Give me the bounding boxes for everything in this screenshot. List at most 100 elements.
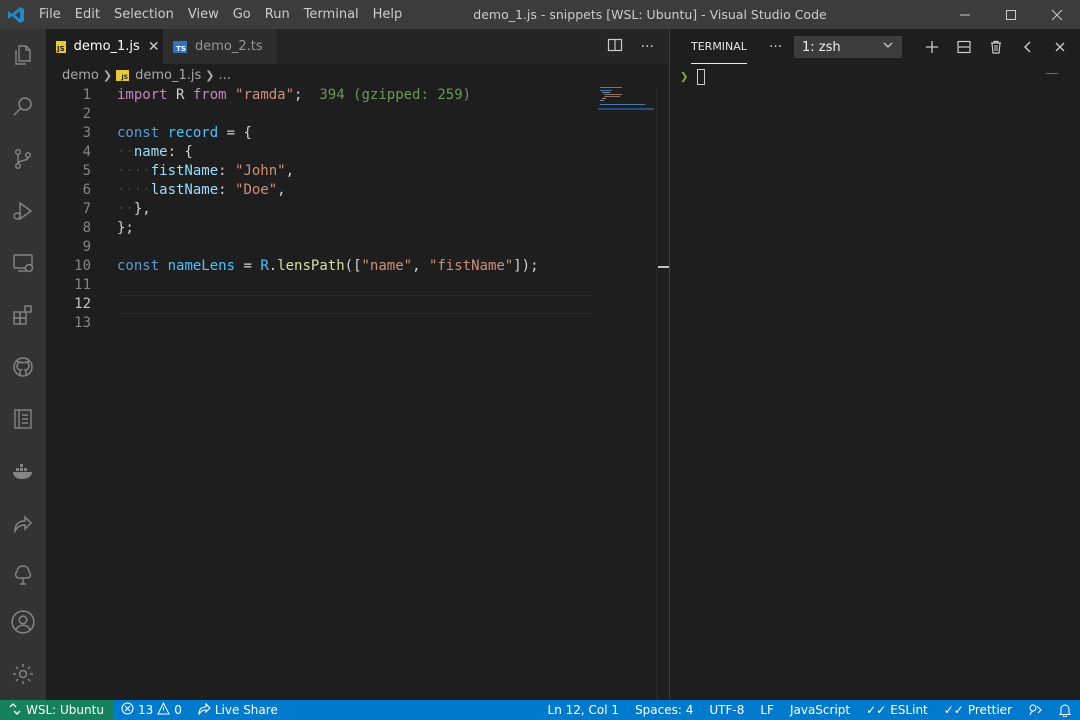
breadcrumb-folder[interactable]: demo xyxy=(62,68,99,83)
extensions-icon[interactable] xyxy=(0,289,46,341)
split-terminal-icon[interactable] xyxy=(948,29,980,64)
search-icon[interactable] xyxy=(0,81,46,133)
breadcrumb-more[interactable]: ... xyxy=(218,68,230,83)
tab-terminal[interactable]: TERMINAL xyxy=(691,29,747,64)
code-line[interactable]: 5 ····fistName: "John", xyxy=(46,162,668,181)
vscode-logo-icon xyxy=(0,0,32,29)
settings-gear-icon[interactable] xyxy=(0,648,46,700)
live-share-icon[interactable] xyxy=(0,497,46,549)
terminal-scrollbar[interactable] xyxy=(1046,73,1058,74)
explorer-icon[interactable] xyxy=(0,29,46,81)
token: "name" xyxy=(361,258,413,274)
problems-indicator[interactable]: 13 0 xyxy=(113,700,190,720)
new-terminal-icon[interactable] xyxy=(916,29,948,64)
close-tab-icon[interactable]: ✕ xyxy=(148,39,160,55)
menu-file[interactable]: File xyxy=(32,0,68,29)
cursor-position[interactable]: Ln 12, Col 1 xyxy=(540,700,628,720)
end-of-line[interactable]: LF xyxy=(752,700,782,720)
line-number: 1 xyxy=(82,87,91,103)
menu-go[interactable]: Go xyxy=(226,0,258,29)
code-line[interactable]: 13 xyxy=(46,314,668,333)
token: ([ xyxy=(344,258,362,274)
code-line[interactable]: 1 import R from "ramda"; 394 (gzipped: 25… xyxy=(46,86,668,105)
eslint-status[interactable]: ✓✓ ESLint xyxy=(858,700,936,720)
code-line[interactable]: 8}; xyxy=(46,219,668,238)
token: record xyxy=(167,125,219,141)
editor-tabs: JS demo_1.js ✕ TS demo_2.ts ··· xyxy=(46,29,668,64)
remote-icon xyxy=(9,702,21,718)
language-mode[interactable]: JavaScript xyxy=(782,700,858,720)
code-line[interactable]: 3 const record = { xyxy=(46,124,668,143)
title-bar: File Edit Selection View Go Run Terminal… xyxy=(0,0,1080,29)
close-panel-icon[interactable] xyxy=(1044,29,1076,64)
docker-icon[interactable] xyxy=(0,445,46,497)
line-number: 4 xyxy=(82,144,91,160)
feedback-icon[interactable] xyxy=(1020,700,1050,720)
terminal-cursor xyxy=(697,69,706,85)
code-editor[interactable]: 1 import R from "ramda"; 394 (gzipped: 25… xyxy=(46,86,668,333)
menu-selection[interactable]: Selection xyxy=(107,0,181,29)
terminal-prompt: ❯ xyxy=(680,69,689,85)
tab-demo-2-ts[interactable]: TS demo_2.ts xyxy=(163,29,277,64)
code-line[interactable]: 6 ····lastName: "Doe", xyxy=(46,181,668,200)
menu-edit[interactable]: Edit xyxy=(68,0,107,29)
live-share-icon xyxy=(198,702,211,718)
minimize-button[interactable] xyxy=(942,0,988,29)
token: R xyxy=(260,258,269,274)
notifications-bell-icon[interactable] xyxy=(1050,700,1080,720)
token: , xyxy=(285,163,295,179)
close-window-button[interactable] xyxy=(1034,0,1080,29)
line-content: const nameLens = R.lensPath(["name", "fi… xyxy=(117,257,539,276)
code-line[interactable]: 9 xyxy=(46,238,668,257)
menu-view[interactable]: View xyxy=(181,0,226,29)
minimap[interactable] xyxy=(598,86,656,116)
token: import xyxy=(117,87,168,103)
more-actions-icon[interactable]: ··· xyxy=(769,39,782,55)
token: nameLens xyxy=(167,258,236,274)
encoding[interactable]: UTF-8 xyxy=(701,700,752,720)
menu-help[interactable]: Help xyxy=(366,0,410,29)
token: , xyxy=(412,258,429,274)
code-line[interactable]: 4 ··name: { xyxy=(46,143,668,162)
terminal-select[interactable]: 1: zsh xyxy=(794,36,902,58)
run-debug-icon[interactable] xyxy=(0,185,46,237)
token: ]); xyxy=(513,258,539,274)
token: ·· xyxy=(117,144,134,160)
prettier-status[interactable]: ✓✓ Prettier xyxy=(936,700,1020,720)
trash-icon[interactable] xyxy=(980,29,1012,64)
remote-explorer-icon[interactable] xyxy=(0,237,46,289)
code-line[interactable]: 11 xyxy=(46,276,668,295)
check-all-icon: ✓✓ xyxy=(866,703,887,717)
menu-run[interactable]: Run xyxy=(258,0,297,29)
code-line[interactable]: 7 ··}, xyxy=(46,200,668,219)
live-share-button[interactable]: Live Share xyxy=(190,700,286,720)
maximize-button[interactable] xyxy=(988,0,1034,29)
github-icon[interactable] xyxy=(0,341,46,393)
line-number: 8 xyxy=(82,220,91,236)
chevron-right-icon: ❯ xyxy=(102,68,113,82)
test-tree-icon[interactable] xyxy=(0,549,46,601)
terminal-output[interactable]: ❯ xyxy=(680,69,706,85)
code-line[interactable]: 2 xyxy=(46,105,668,124)
split-editor-icon[interactable] xyxy=(607,37,623,57)
account-icon[interactable] xyxy=(0,596,46,648)
remote-indicator[interactable]: WSL: Ubuntu xyxy=(0,700,113,720)
code-line[interactable]: 12 xyxy=(46,295,668,314)
activity-bar xyxy=(0,29,46,700)
menu-terminal[interactable]: Terminal xyxy=(297,0,366,29)
code-line[interactable]: 10 const nameLens = R.lensPath(["name", "… xyxy=(46,257,668,276)
chevron-left-icon[interactable] xyxy=(1012,29,1044,64)
line-number: 13 xyxy=(74,315,91,331)
breadcrumb-file[interactable]: demo_1.js xyxy=(135,68,201,83)
editor-group: JS demo_1.js ✕ TS demo_2.ts ··· demo ❯ J… xyxy=(46,29,670,700)
indentation[interactable]: Spaces: 4 xyxy=(627,700,701,720)
more-actions-icon[interactable]: ··· xyxy=(641,39,654,55)
tab-demo-1-js[interactable]: JS demo_1.js ✕ xyxy=(46,29,163,64)
live-share-label: Live Share xyxy=(214,703,278,717)
editor-scrollbar[interactable] xyxy=(656,86,670,700)
line-content: ····fistName: "John", xyxy=(117,162,294,181)
notebook-icon[interactable] xyxy=(0,393,46,445)
source-control-icon[interactable] xyxy=(0,133,46,185)
